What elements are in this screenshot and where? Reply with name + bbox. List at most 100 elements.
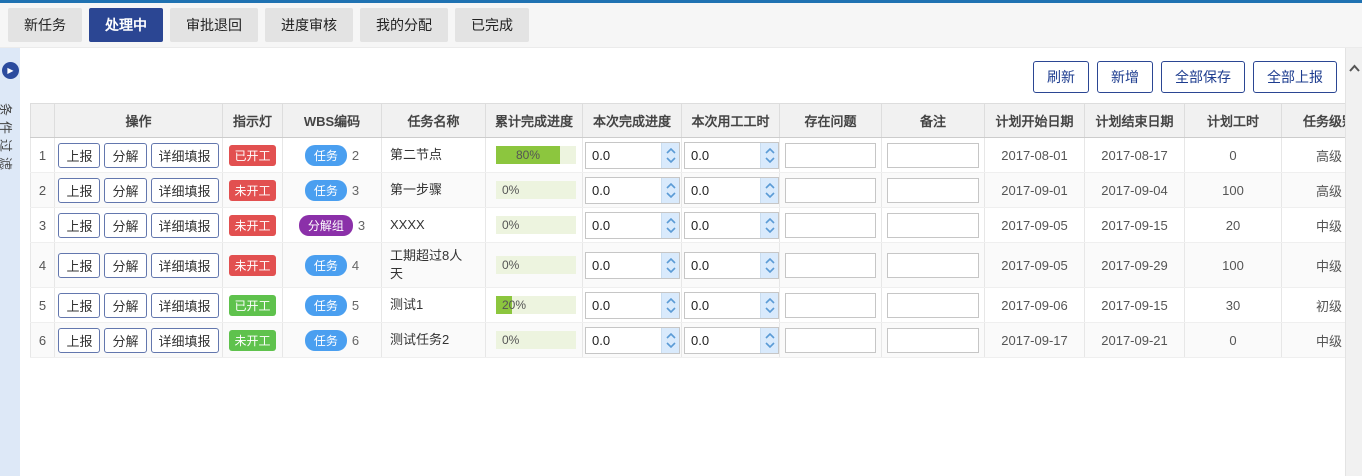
current-progress-spin-buttons[interactable] [661,143,679,168]
spinner-down-icon[interactable] [765,307,775,313]
detail-fill-button[interactable]: 详细填报 [151,253,219,278]
current-progress-input[interactable] [586,143,661,168]
work-hours-spin-buttons[interactable] [760,293,778,318]
issue-cell [780,323,882,358]
report-button[interactable]: 上报 [58,143,100,168]
current-progress-input[interactable] [586,253,661,278]
detail-fill-button[interactable]: 详细填报 [151,178,219,203]
work-hours-spin-buttons[interactable] [760,143,778,168]
current-progress-spin-buttons[interactable] [661,178,679,203]
row-number: 1 [31,138,55,173]
issue-input[interactable] [785,328,876,353]
work-hours-input[interactable] [685,178,760,203]
work-hours-input[interactable] [685,143,760,168]
spinner-up-icon[interactable] [765,258,775,264]
remark-input[interactable] [887,143,979,168]
spinner-up-icon[interactable] [765,183,775,189]
tab-my-assignment[interactable]: 我的分配 [360,8,448,42]
report-button[interactable]: 上报 [58,293,100,318]
decompose-button[interactable]: 分解 [104,213,146,238]
task-grid: 操作指示灯WBS编码任务名称累计完成进度本次完成进度本次用工工时存在问题备注计划… [30,103,1345,358]
add-button[interactable]: 新增 [1097,61,1153,93]
report-button[interactable]: 上报 [58,253,100,278]
indicator-cell: 未开工 [223,323,283,358]
spinner-down-icon[interactable] [666,227,676,233]
tab-approval-returned[interactable]: 审批退回 [170,8,258,42]
remark-input[interactable] [887,178,979,203]
report-button[interactable]: 上报 [58,213,100,238]
current-progress-cell [583,243,682,288]
spinner-down-icon[interactable] [666,267,676,273]
issue-input[interactable] [785,178,876,203]
remark-input[interactable] [887,293,979,318]
report-button[interactable]: 上报 [58,178,100,203]
issue-input[interactable] [785,213,876,238]
work-hours-input[interactable] [685,328,760,353]
work-hours-input[interactable] [685,253,760,278]
issue-input[interactable] [785,143,876,168]
remark-input[interactable] [887,253,979,278]
report-button[interactable]: 上报 [58,328,100,353]
tab-processing[interactable]: 处理中 [89,8,163,42]
spinner-down-icon[interactable] [666,307,676,313]
work-hours-spin-buttons[interactable] [760,328,778,353]
detail-fill-button[interactable]: 详细填报 [151,328,219,353]
current-progress-input[interactable] [586,178,661,203]
decompose-button[interactable]: 分解 [104,178,146,203]
current-progress-spin-buttons[interactable] [661,328,679,353]
tab-new-task[interactable]: 新任务 [8,8,82,42]
work-hours-spinner [684,212,779,239]
tab-completed[interactable]: 已完成 [455,8,529,42]
issue-input[interactable] [785,293,876,318]
work-hours-spin-buttons[interactable] [760,178,778,203]
current-progress-spin-buttons[interactable] [661,293,679,318]
work-hours-spin-buttons[interactable] [760,213,778,238]
detail-fill-button[interactable]: 详细填报 [151,293,219,318]
refresh-button[interactable]: 刷新 [1033,61,1089,93]
spinner-up-icon[interactable] [666,148,676,154]
spinner-up-icon[interactable] [666,218,676,224]
save-all-button[interactable]: 全部保存 [1161,61,1245,93]
current-progress-spin-buttons[interactable] [661,213,679,238]
spinner-up-icon[interactable] [666,183,676,189]
current-progress-input[interactable] [586,293,661,318]
spinner-down-icon[interactable] [666,342,676,348]
detail-fill-button[interactable]: 详细填报 [151,143,219,168]
spinner-down-icon[interactable] [765,267,775,273]
scroll-up-button[interactable] [1348,60,1361,78]
current-progress-input[interactable] [586,213,661,238]
detail-fill-button[interactable]: 详细填报 [151,213,219,238]
spinner-down-icon[interactable] [765,227,775,233]
spinner-down-icon[interactable] [666,157,676,163]
spinner-up-icon[interactable] [765,148,775,154]
spinner-up-icon[interactable] [666,298,676,304]
remark-input[interactable] [887,328,979,353]
vertical-scrollbar[interactable] [1345,48,1362,476]
work-hours-input[interactable] [685,293,760,318]
current-progress-cell [583,138,682,173]
current-progress-input[interactable] [586,328,661,353]
spinner-down-icon[interactable] [765,157,775,163]
spinner-down-icon[interactable] [666,192,676,198]
work-hours-spin-buttons[interactable] [760,253,778,278]
remark-input[interactable] [887,213,979,238]
decompose-button[interactable]: 分解 [104,143,146,168]
current-progress-spin-buttons[interactable] [661,253,679,278]
progress-bar: 0% [496,331,576,349]
wbs-cell: 任务4 [283,243,382,288]
decompose-button[interactable]: 分解 [104,253,146,278]
spinner-up-icon[interactable] [765,333,775,339]
decompose-button[interactable]: 分解 [104,293,146,318]
spinner-up-icon[interactable] [666,333,676,339]
expand-filter-button[interactable]: ▶ [2,62,19,79]
decompose-button[interactable]: 分解 [104,328,146,353]
work-hours-input[interactable] [685,213,760,238]
spinner-down-icon[interactable] [765,342,775,348]
spinner-up-icon[interactable] [765,218,775,224]
spinner-down-icon[interactable] [765,192,775,198]
tab-progress-review[interactable]: 进度审核 [265,8,353,42]
spinner-up-icon[interactable] [765,298,775,304]
spinner-up-icon[interactable] [666,258,676,264]
issue-input[interactable] [785,253,876,278]
submit-all-button[interactable]: 全部上报 [1253,61,1337,93]
